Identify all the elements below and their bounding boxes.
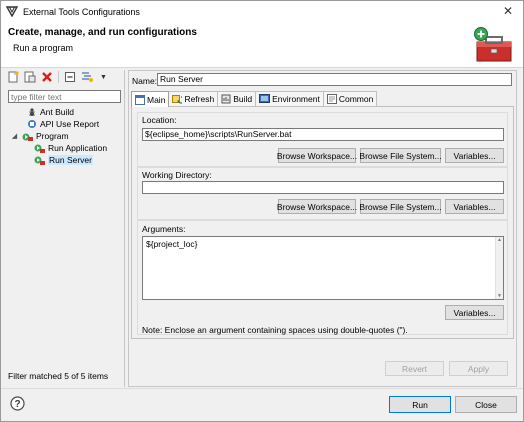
filter-config-icon[interactable] bbox=[81, 71, 95, 83]
tree-item-run-server[interactable]: Run Server bbox=[8, 154, 121, 166]
tab-label: Build bbox=[233, 94, 253, 104]
arguments-scrollbar[interactable]: ▲ ▼ bbox=[495, 237, 503, 299]
location-group: Location: ${eclipse_home}\scripts\RunSer… bbox=[137, 112, 508, 167]
tab-label: Environment bbox=[272, 94, 320, 104]
arguments-field[interactable]: ${project_loc} ▲ ▼ bbox=[142, 236, 504, 300]
filter-input[interactable] bbox=[8, 90, 121, 103]
ant-icon bbox=[29, 108, 35, 116]
close-window-icon[interactable]: ✕ bbox=[503, 4, 513, 18]
eclipse-logo-icon bbox=[6, 6, 18, 17]
tree-item-ant-build[interactable]: Ant Build bbox=[8, 106, 121, 118]
export-config-icon[interactable] bbox=[24, 71, 36, 83]
tab-bar: Main Refresh Build Environment Common bbox=[131, 91, 378, 107]
build-icon bbox=[221, 94, 231, 104]
tree-item-run-application[interactable]: Run Application bbox=[8, 142, 121, 154]
tab-label: Refresh bbox=[184, 94, 215, 104]
run-program-icon bbox=[34, 144, 45, 153]
page-subtitle: Run a program bbox=[13, 43, 74, 53]
wd-variables-button[interactable]: Variables... bbox=[445, 199, 504, 214]
tree-item-api-use-report[interactable]: API Use Report bbox=[8, 118, 121, 130]
tree-item-label: API Use Report bbox=[40, 119, 100, 129]
expand-chevron-icon[interactable]: ◢ bbox=[10, 132, 19, 140]
config-toolbar: ▼ bbox=[7, 71, 107, 83]
arguments-text: ${project_loc} bbox=[146, 239, 198, 249]
name-field[interactable]: Run Server bbox=[157, 73, 512, 86]
location-label: Location: bbox=[142, 115, 177, 125]
window-title: External Tools Configurations bbox=[23, 7, 140, 17]
tab-main[interactable]: Main bbox=[131, 91, 170, 107]
revert-button[interactable]: Revert bbox=[385, 361, 444, 376]
tab-common[interactable]: Common bbox=[322, 91, 378, 106]
page-title: Create, manage, and run configurations bbox=[8, 27, 197, 38]
refresh-icon bbox=[172, 95, 183, 104]
run-button[interactable]: Run bbox=[389, 396, 451, 413]
location-browse-file-system-button[interactable]: Browse File System... bbox=[359, 148, 442, 163]
collapse-all-icon[interactable] bbox=[64, 71, 76, 83]
api-report-icon bbox=[28, 120, 36, 128]
arguments-label: Arguments: bbox=[142, 224, 186, 234]
filter-status: Filter matched 5 of 5 items bbox=[8, 371, 109, 381]
main-tab-icon bbox=[135, 94, 145, 105]
tab-refresh[interactable]: Refresh bbox=[168, 91, 219, 106]
pane-divider[interactable] bbox=[124, 70, 125, 387]
dialog-header: Create, manage, and run configurations R… bbox=[1, 22, 523, 68]
tree-item-label: Run Application bbox=[48, 143, 108, 153]
run-program-icon bbox=[34, 156, 45, 165]
wd-browse-file-system-button[interactable]: Browse File System... bbox=[359, 199, 442, 214]
svg-text:?: ? bbox=[14, 399, 20, 410]
environment-icon bbox=[259, 94, 271, 103]
help-icon[interactable]: ? bbox=[10, 396, 25, 411]
location-browse-workspace-button[interactable]: Browse Workspace... bbox=[277, 148, 357, 163]
footer-divider bbox=[1, 388, 523, 389]
tab-build[interactable]: Build bbox=[217, 91, 257, 106]
apply-button[interactable]: Apply bbox=[449, 361, 508, 376]
working-directory-label: Working Directory: bbox=[142, 170, 212, 180]
working-directory-group: Working Directory: Browse Workspace... B… bbox=[137, 167, 508, 220]
tab-environment[interactable]: Environment bbox=[255, 91, 324, 106]
working-directory-field[interactable] bbox=[142, 181, 504, 194]
tab-label: Main bbox=[147, 94, 166, 105]
arguments-note: Note: Enclose an argument containing spa… bbox=[142, 325, 408, 335]
delete-config-icon[interactable] bbox=[41, 71, 53, 83]
arguments-variables-button[interactable]: Variables... bbox=[445, 305, 504, 320]
program-icon bbox=[22, 133, 33, 141]
view-menu-chevron-icon[interactable]: ▼ bbox=[100, 74, 107, 81]
title-bar: External Tools Configurations ✕ bbox=[1, 1, 523, 22]
location-field[interactable]: ${eclipse_home}\scripts\RunServer.bat bbox=[142, 128, 504, 141]
toolbox-icon bbox=[474, 27, 512, 62]
scroll-down-icon[interactable]: ▼ bbox=[496, 293, 503, 299]
new-config-icon[interactable] bbox=[7, 71, 19, 83]
scroll-up-icon[interactable]: ▲ bbox=[496, 237, 503, 243]
tree-item-program[interactable]: ◢ Program bbox=[8, 130, 121, 142]
tree-item-label: Ant Build bbox=[40, 107, 75, 117]
tree-item-label: Program bbox=[36, 131, 69, 141]
common-icon bbox=[326, 94, 337, 104]
arguments-group: Arguments: ${project_loc} ▲ ▼ Variables.… bbox=[137, 220, 508, 335]
tree-item-label: Run Server bbox=[48, 155, 93, 165]
main-tab-panel: Location: ${eclipse_home}\scripts\RunSer… bbox=[131, 106, 514, 339]
config-tree: Ant Build API Use Report ◢ Program Run A… bbox=[8, 105, 121, 166]
wd-browse-workspace-button[interactable]: Browse Workspace... bbox=[277, 199, 357, 214]
close-button[interactable]: Close bbox=[455, 396, 517, 413]
name-label: Name: bbox=[132, 76, 158, 86]
tab-label: Common bbox=[338, 94, 374, 104]
location-variables-button[interactable]: Variables... bbox=[445, 148, 504, 163]
